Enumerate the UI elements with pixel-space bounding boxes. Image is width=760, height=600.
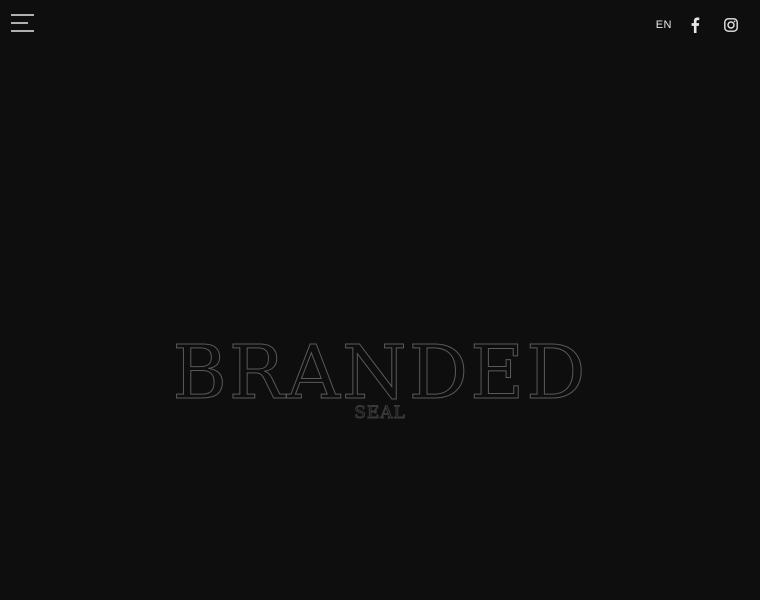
logo-subtitle: SEAL	[354, 403, 406, 423]
hamburger-menu-icon	[11, 14, 34, 32]
facebook-icon	[691, 17, 700, 33]
hamburger-menu-button[interactable]	[10, 12, 36, 34]
facebook-link[interactable]	[686, 16, 704, 34]
brand-logo-mark: BRANDED SEAL	[172, 330, 586, 424]
instagram-link[interactable]	[722, 16, 740, 34]
header-actions: EN	[656, 16, 740, 34]
language-switch[interactable]: EN	[656, 19, 672, 31]
instagram-icon	[724, 18, 738, 32]
landing-page: EN BRANDED SEAL	[0, 0, 760, 600]
brand-logo: BRANDED SEAL	[172, 330, 586, 426]
